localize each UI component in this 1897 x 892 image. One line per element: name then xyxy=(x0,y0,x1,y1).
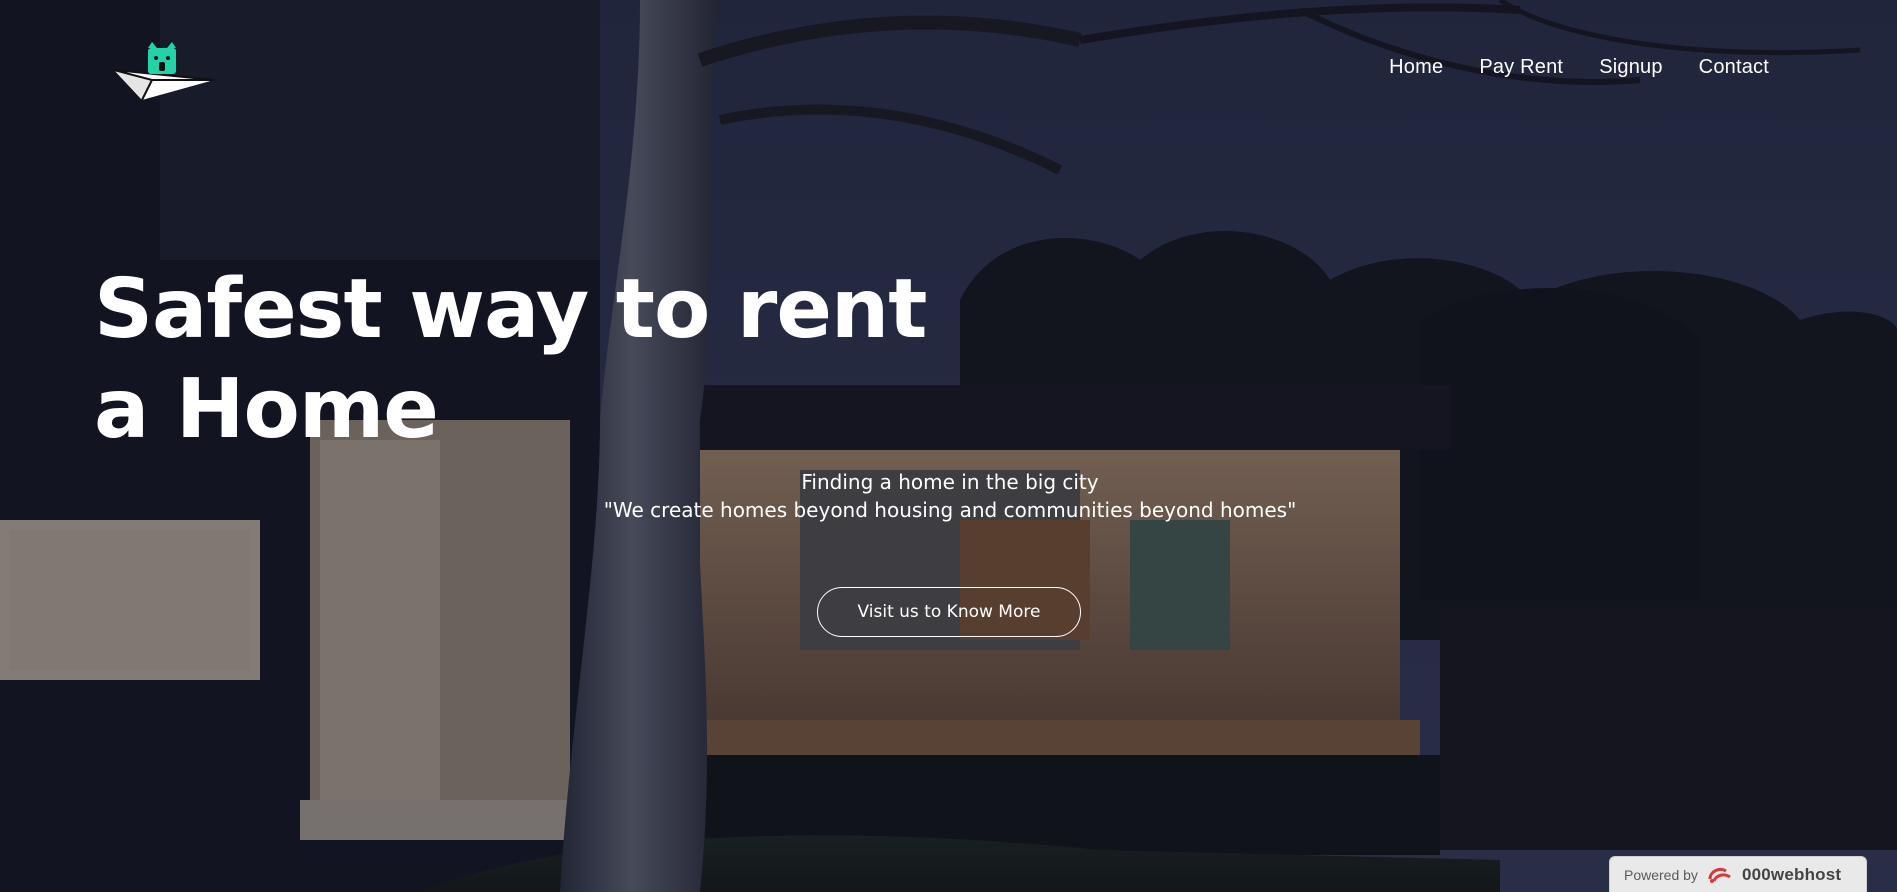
powered-by-badge[interactable]: Powered by 000webhost xyxy=(1609,856,1867,892)
visit-us-button[interactable]: Visit us to Know More xyxy=(817,587,1081,637)
hero-subtitle: Finding a home in the big city xyxy=(801,470,1099,494)
nav-home[interactable]: Home xyxy=(1389,56,1443,79)
webhost-brand: 000webhost xyxy=(1741,864,1842,884)
powered-by-label: Powered by xyxy=(1624,866,1698,883)
main-nav: Home Pay Rent Signup Contact xyxy=(1389,56,1769,79)
site-logo[interactable] xyxy=(112,40,216,104)
hero-quote: "We create homes beyond housing and comm… xyxy=(603,498,1297,522)
nav-contact[interactable]: Contact xyxy=(1699,56,1769,79)
nav-pay-rent[interactable]: Pay Rent xyxy=(1479,56,1563,79)
webhost-logo-icon xyxy=(1708,867,1731,883)
hero-headline: Safest way to rent a Home xyxy=(94,260,928,460)
hero-headline-line-2: a Home xyxy=(94,362,439,457)
hero-headline-line-1: Safest way to rent xyxy=(94,262,928,357)
paper-plane-cat-logo-icon xyxy=(113,42,215,101)
hero-subcopy: Finding a home in the big city "We creat… xyxy=(600,468,1300,524)
nav-signup[interactable]: Signup xyxy=(1599,56,1662,79)
